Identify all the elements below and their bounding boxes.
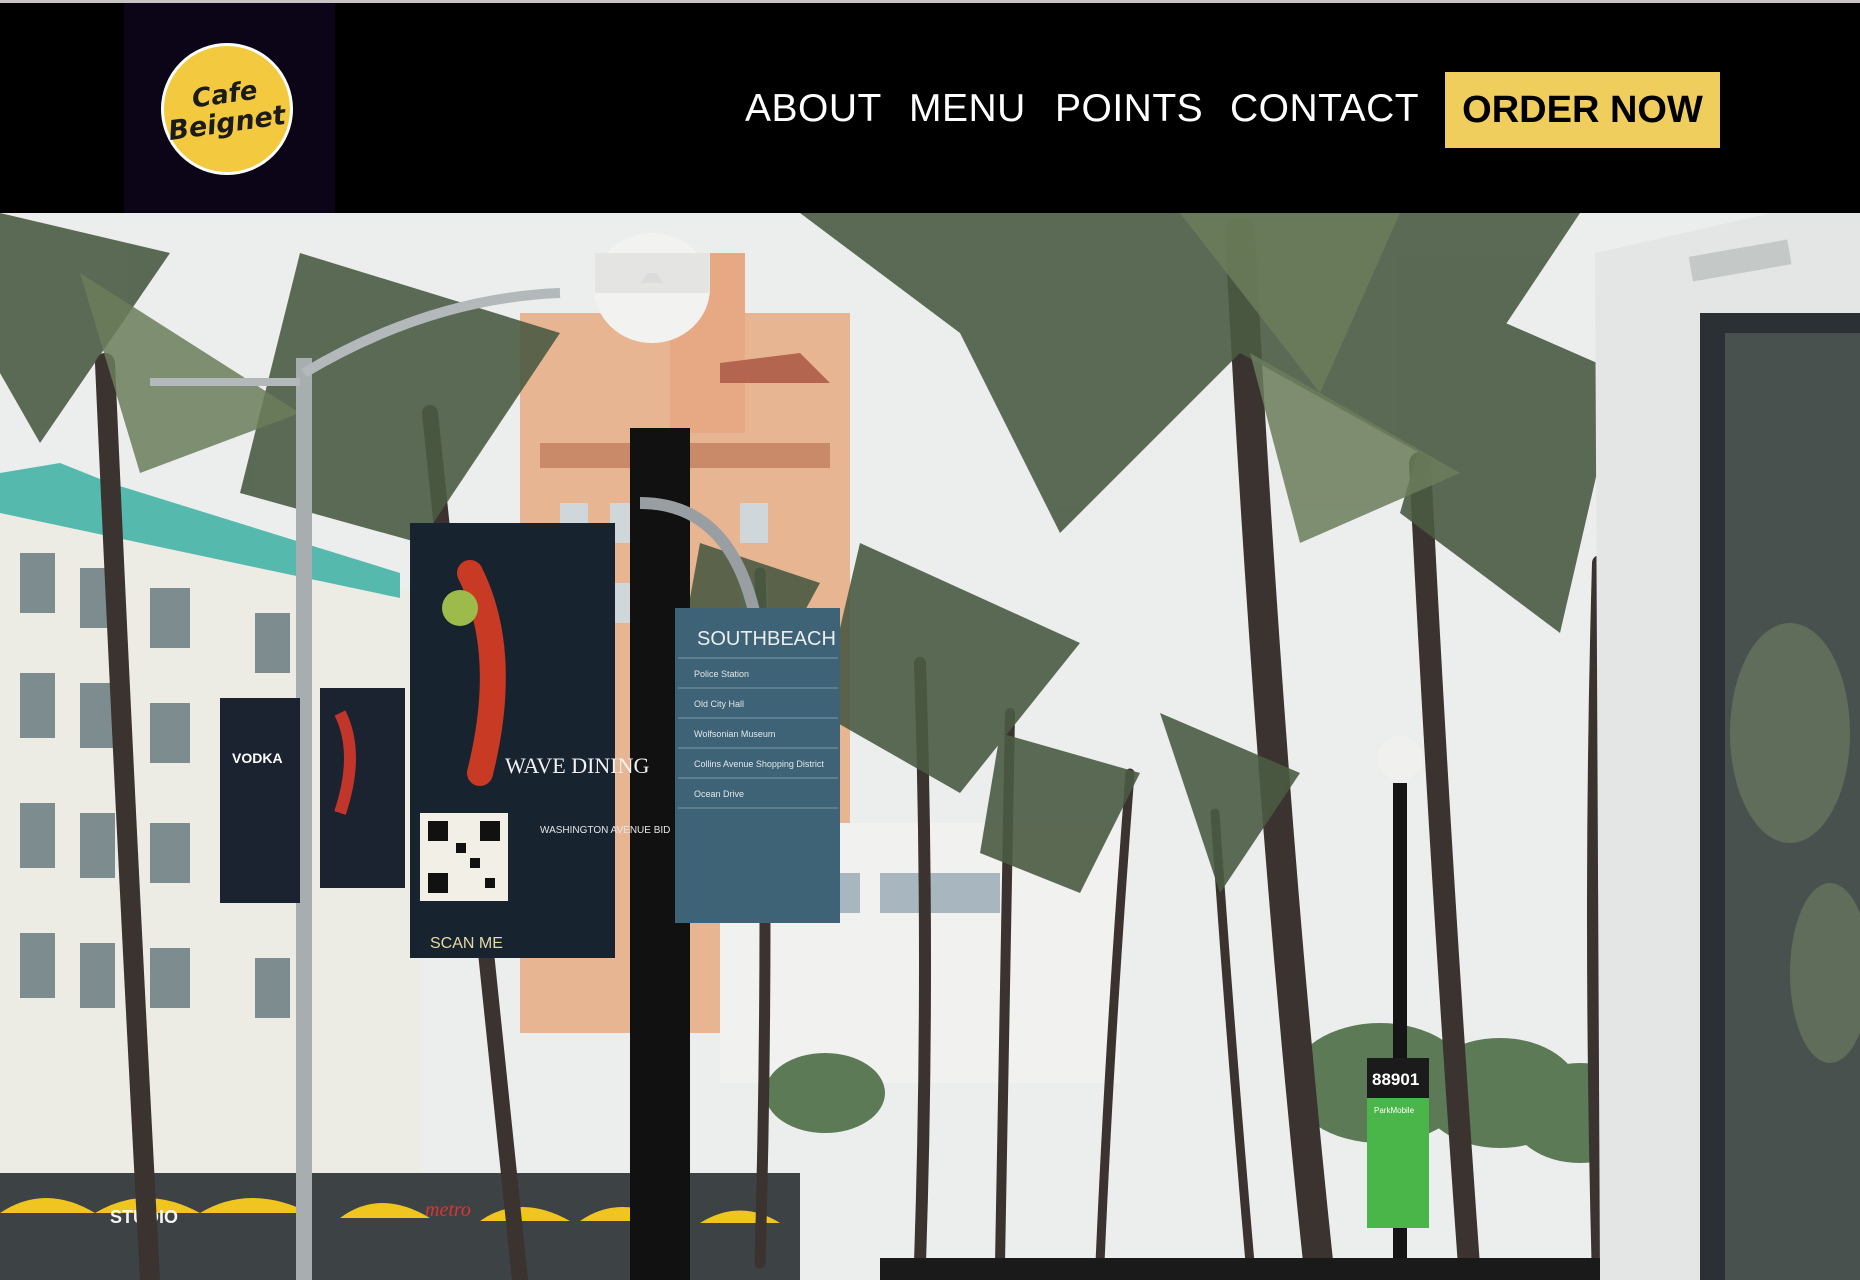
southbeach-sign-title: SOUTHBEACH bbox=[697, 628, 836, 650]
sign-item-wolfsonian: Wolfsonian Museum bbox=[694, 729, 775, 739]
hero-photo-south-beach: STUDIO metro VODKA WAVE DINING SCAN ME W… bbox=[0, 213, 1860, 1280]
parking-brand: ParkMobile bbox=[1374, 1106, 1415, 1115]
banner-brand-text: WASHINGTON AVENUE BID bbox=[540, 825, 670, 836]
parking-zone-number: 88901 bbox=[1372, 1070, 1419, 1089]
hero-illustration: STUDIO metro VODKA WAVE DINING SCAN ME W… bbox=[0, 213, 1860, 1280]
banner-scan-me-text: SCAN ME bbox=[430, 935, 503, 952]
nav-link-contact[interactable]: CONTACT bbox=[1230, 84, 1419, 134]
site-header: Cafe Beignet ABOUT MENU POINTS CONTACT O… bbox=[0, 3, 1860, 213]
nav-link-about[interactable]: ABOUT bbox=[745, 84, 882, 134]
sign-item-ocean-drive: Ocean Drive bbox=[694, 789, 744, 799]
small-banner-vodka-text: VODKA bbox=[232, 750, 283, 766]
nav-link-menu[interactable]: MENU bbox=[909, 84, 1026, 134]
storefront-metro-text: metro bbox=[425, 1199, 471, 1221]
order-now-button[interactable]: ORDER NOW bbox=[1445, 72, 1720, 148]
sign-item-collins: Collins Avenue Shopping District bbox=[694, 759, 824, 769]
nav-link-points[interactable]: POINTS bbox=[1055, 84, 1203, 134]
wave-dining-banner-title: WAVE DINING bbox=[505, 753, 650, 778]
sign-item-old-city-hall: Old City Hall bbox=[694, 699, 744, 709]
sign-item-police: Police Station bbox=[694, 669, 749, 679]
